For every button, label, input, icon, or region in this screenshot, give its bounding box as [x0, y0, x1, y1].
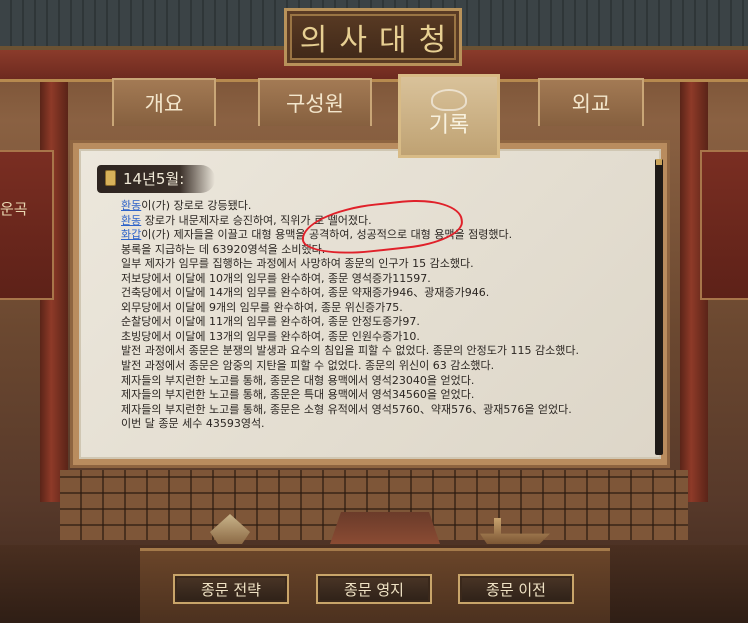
log-line: 일부 제자가 임무를 집행하는 과정에서 사망하여 종문의 인구가 15 감소했… [121, 257, 474, 271]
tab-records[interactable]: 기록 [398, 74, 500, 158]
log-line: 저보당에서 이달에 10개의 임무를 완수하여, 종문 영석증가11597. [121, 271, 431, 285]
log-line: 제자들의 부지런한 노고를 통해, 종문은 대형 용맥에서 영석23040을 얻… [121, 373, 475, 387]
log-line: 외무당에서 이달에 9개의 임무를 완수하여, 종문 위신증가75. [121, 300, 403, 314]
log-line: 건축당에서 이달에 14개의 임무를 완수하여, 종문 약재증가946、광재증가… [121, 286, 490, 300]
sect-strategy-button[interactable]: 종문 전략 [173, 574, 289, 604]
sect-relocate-button[interactable]: 종문 이전 [458, 574, 574, 604]
main-hall-model-icon [330, 512, 440, 544]
side-banner-left: 운곡 [0, 150, 54, 300]
scroll-thumb[interactable] [656, 159, 662, 165]
disciple-name-link[interactable]: 환동 [121, 214, 141, 227]
record-paper: 14년5월: 환동이(가) 장로로 강등됐다. 환동 장로가 내문제자로 승진하… [79, 149, 663, 459]
log-line: 순찰당에서 이달에 11개의 임무를 완수하여, 종문 안정도증가97. [121, 315, 420, 329]
tab-diplomacy[interactable]: 외교 [538, 78, 644, 126]
log-line: 발전 과정에서 종문은 암중의 지탄을 피할 수 없었다. 종문의 위신이 63… [121, 359, 495, 373]
log-line: 제자들의 부지런한 노고를 통해, 종문은 소형 유적에서 영석5760、약재5… [121, 402, 572, 416]
log-line: 초빙당에서 이달에 13개의 임무를 완수하여, 종문 인원수증가10. [121, 329, 420, 343]
log-line: 발전 과정에서 종문은 분쟁의 발생과 요수의 침입을 피할 수 없었다. 종문… [121, 344, 580, 358]
tab-overview[interactable]: 개요 [112, 78, 216, 126]
disciple-name-link[interactable]: 환동 [121, 199, 141, 212]
disciple-name-link[interactable]: 화갑 [121, 228, 141, 241]
record-panel: 14년5월: 환동이(가) 장로로 강등됐다. 환동 장로가 내문제자로 승진하… [70, 140, 670, 468]
log-line: 제자들의 부지런한 노고를 통해, 종문은 특대 용맥에서 영석34560을 얻… [121, 388, 475, 402]
side-banner-text: 운곡 [0, 200, 28, 218]
tab-records-label: 기록 [428, 113, 470, 138]
record-scrollbar[interactable] [655, 159, 663, 455]
side-banner-right [700, 150, 748, 300]
log-line: 이번 달 종문 세수 43593영석. [121, 417, 265, 431]
record-date: 14년5월: [123, 170, 185, 188]
tab-members[interactable]: 구성원 [258, 78, 372, 126]
scroll-icon [105, 170, 116, 186]
sect-territory-button[interactable]: 종문 영지 [316, 574, 432, 604]
cloud-emblem-icon [431, 89, 467, 111]
title-plaque: 의사대청 [284, 8, 462, 66]
page-title: 의사대청 [299, 23, 459, 58]
